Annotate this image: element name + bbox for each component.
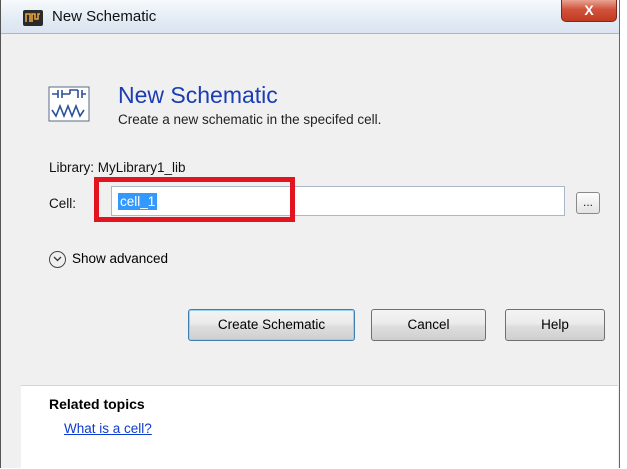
close-button[interactable]: X <box>561 0 617 22</box>
app-logo-icon <box>23 10 43 26</box>
close-icon: X <box>584 2 594 18</box>
highlight-annotation <box>94 177 295 222</box>
show-advanced-label: Show advanced <box>72 251 169 266</box>
cancel-button[interactable]: Cancel <box>371 309 486 341</box>
what-is-a-cell-link[interactable]: What is a cell? <box>64 421 152 436</box>
related-topics-heading: Related topics <box>49 396 145 412</box>
browse-button[interactable]: ... <box>576 192 600 214</box>
dialog-subtitle: Create a new schematic in the specifed c… <box>118 112 382 127</box>
title-bar[interactable]: New Schematic X <box>1 0 619 34</box>
window-title: New Schematic <box>52 8 157 25</box>
dialog-heading: New Schematic <box>118 82 278 108</box>
help-button[interactable]: Help <box>505 309 605 341</box>
new-schematic-dialog: New Schematic X New Schematic Create a n… <box>0 0 620 469</box>
create-schematic-button[interactable]: Create Schematic <box>188 309 355 341</box>
schematic-icon <box>48 86 90 122</box>
chevron-down-icon <box>49 251 66 268</box>
cell-label: Cell: <box>49 196 77 211</box>
library-label: Library: MyLibrary1_lib <box>49 160 186 175</box>
